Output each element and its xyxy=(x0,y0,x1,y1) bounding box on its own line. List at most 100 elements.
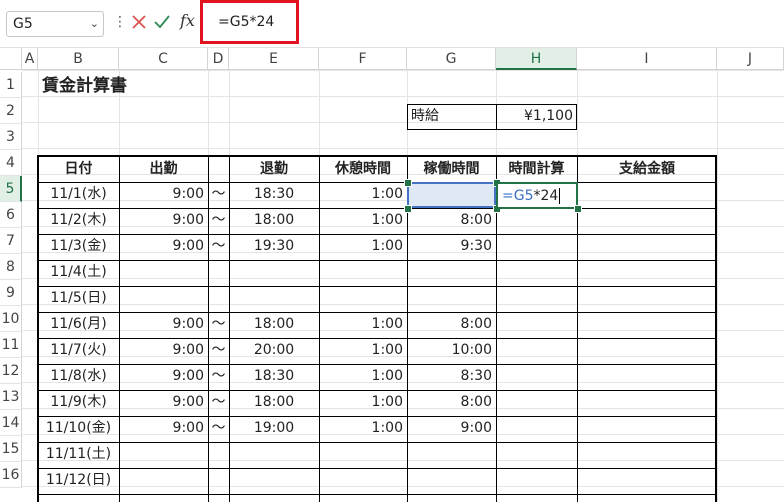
header-work[interactable]: 稼働時間 xyxy=(407,157,496,182)
cell-tilde-4[interactable] xyxy=(208,260,229,286)
row-header-8[interactable]: 8 xyxy=(0,254,22,280)
select-all-corner[interactable] xyxy=(0,48,22,70)
enter-icon[interactable] xyxy=(153,13,171,31)
cell-start-11[interactable] xyxy=(119,442,208,468)
cell-date-11[interactable]: 11/11(土) xyxy=(38,442,119,468)
row-header-4[interactable]: 4 xyxy=(0,150,22,176)
cell-start-1[interactable]: 9:00 xyxy=(119,182,208,208)
cell-break-7[interactable]: 1:00 xyxy=(319,338,407,364)
cell-start-8[interactable]: 9:00 xyxy=(119,364,208,390)
cell-tilde-2[interactable]: ～ xyxy=(208,208,229,234)
cell-start-6[interactable]: 9:00 xyxy=(119,312,208,338)
cell-date-7[interactable]: 11/7(火) xyxy=(38,338,119,364)
cell-end-6[interactable]: 18:00 xyxy=(229,312,319,338)
cell-end-11[interactable] xyxy=(229,442,319,468)
column-header-h[interactable]: H xyxy=(496,48,577,70)
cell-break-12[interactable] xyxy=(319,468,407,494)
row-header-13[interactable]: 13 xyxy=(0,384,22,410)
row-header-9[interactable]: 9 xyxy=(0,280,22,306)
cell-start-4[interactable] xyxy=(119,260,208,286)
cell-break-5[interactable] xyxy=(319,286,407,312)
cell-work-2[interactable]: 8:00 xyxy=(407,208,496,234)
row-header-16[interactable]: 16 xyxy=(0,462,22,488)
column-header-g[interactable]: G xyxy=(407,48,496,70)
cell-end-2[interactable]: 18:00 xyxy=(229,208,319,234)
cell-tilde-1[interactable]: ～ xyxy=(208,182,229,208)
cell-tilde-5[interactable] xyxy=(208,286,229,312)
cell-end-12[interactable] xyxy=(229,468,319,494)
cell-work-11[interactable] xyxy=(407,442,496,468)
header-pay[interactable]: 支給金額 xyxy=(577,157,717,182)
cell-end-8[interactable]: 18:30 xyxy=(229,364,319,390)
cell-end-1[interactable]: 18:30 xyxy=(229,182,319,208)
insert-function-icon[interactable]: fx xyxy=(180,11,195,30)
cell-date-10[interactable]: 11/10(金) xyxy=(38,416,119,442)
cell-start-12[interactable] xyxy=(119,468,208,494)
row-header-10[interactable]: 10 xyxy=(0,306,22,332)
cell-end-5[interactable] xyxy=(229,286,319,312)
row-header-2[interactable]: 2 xyxy=(0,98,22,124)
name-box[interactable]: G5 ⌄ xyxy=(6,11,104,37)
cell-date-9[interactable]: 11/9(木) xyxy=(38,390,119,416)
reference-handle-bl[interactable] xyxy=(404,205,412,213)
cell-work-7[interactable]: 10:00 xyxy=(407,338,496,364)
row-header-5[interactable]: 5 xyxy=(0,176,22,202)
cell-work-10[interactable]: 9:00 xyxy=(407,416,496,442)
row-header-15[interactable]: 15 xyxy=(0,436,22,462)
cell-end-9[interactable]: 18:00 xyxy=(229,390,319,416)
fill-handle[interactable] xyxy=(574,205,582,213)
cell-tilde-9[interactable]: ～ xyxy=(208,390,229,416)
cell-break-8[interactable]: 1:00 xyxy=(319,364,407,390)
cell-work-6[interactable]: 8:00 xyxy=(407,312,496,338)
formula-input[interactable]: =G5*24 xyxy=(200,0,299,44)
cell-break-11[interactable] xyxy=(319,442,407,468)
cell-work-3[interactable]: 9:30 xyxy=(407,234,496,260)
cell-break-1[interactable]: 1:00 xyxy=(319,182,407,208)
cell-start-3[interactable]: 9:00 xyxy=(119,234,208,260)
column-header-b[interactable]: B xyxy=(38,48,119,70)
row-header-6[interactable]: 6 xyxy=(0,202,22,228)
cell-tilde-3[interactable]: ～ xyxy=(208,234,229,260)
cell-start-5[interactable] xyxy=(119,286,208,312)
header-break[interactable]: 休憩時間 xyxy=(319,157,407,182)
cell-start-2[interactable]: 9:00 xyxy=(119,208,208,234)
cell-date-3[interactable]: 11/3(金) xyxy=(38,234,119,260)
cell-break-4[interactable] xyxy=(319,260,407,286)
reference-handle-tl[interactable] xyxy=(404,179,412,187)
cell-tilde-11[interactable] xyxy=(208,442,229,468)
cancel-icon[interactable] xyxy=(130,13,148,31)
cell-date-8[interactable]: 11/8(水) xyxy=(38,364,119,390)
cell-work-8[interactable]: 8:30 xyxy=(407,364,496,390)
cell-tilde-6[interactable]: ～ xyxy=(208,312,229,338)
cell-date-1[interactable]: 11/1(水) xyxy=(38,182,119,208)
cell-work-5[interactable] xyxy=(407,286,496,312)
cell-date-2[interactable]: 11/2(木) xyxy=(38,208,119,234)
column-header-i[interactable]: I xyxy=(577,48,717,70)
column-header-c[interactable]: C xyxy=(119,48,208,70)
more-options-icon[interactable]: ⋮ xyxy=(113,14,127,30)
header-hours-calc[interactable]: 時間計算 xyxy=(496,157,577,182)
row-header-11[interactable]: 11 xyxy=(0,332,22,358)
cell-break-2[interactable]: 1:00 xyxy=(319,208,407,234)
hourly-label[interactable]: 時給 xyxy=(407,104,496,129)
column-header-e[interactable]: E xyxy=(229,48,319,70)
chevron-down-icon[interactable]: ⌄ xyxy=(90,12,99,36)
cell-tilde-7[interactable]: ～ xyxy=(208,338,229,364)
cell-end-3[interactable]: 19:30 xyxy=(229,234,319,260)
row-header-3[interactable]: 3 xyxy=(0,124,22,150)
cell-end-10[interactable]: 19:00 xyxy=(229,416,319,442)
cell-break-10[interactable]: 1:00 xyxy=(319,416,407,442)
header-date[interactable]: 日付 xyxy=(38,157,119,182)
header-start[interactable]: 出勤 xyxy=(119,157,208,182)
cell-work-9[interactable]: 8:00 xyxy=(407,390,496,416)
cell-work-12[interactable] xyxy=(407,468,496,494)
cell-tilde-8[interactable]: ～ xyxy=(208,364,229,390)
column-header-d[interactable]: D xyxy=(208,48,229,70)
row-header-14[interactable]: 14 xyxy=(0,410,22,436)
column-header-f[interactable]: F xyxy=(319,48,407,70)
hourly-value[interactable]: ¥1,100 xyxy=(496,104,577,129)
row-header-12[interactable]: 12 xyxy=(0,358,22,384)
cell-date-5[interactable]: 11/5(日) xyxy=(38,286,119,312)
active-cell-h5[interactable]: =G5*24 xyxy=(496,182,578,209)
column-header-j[interactable]: J xyxy=(717,48,784,70)
